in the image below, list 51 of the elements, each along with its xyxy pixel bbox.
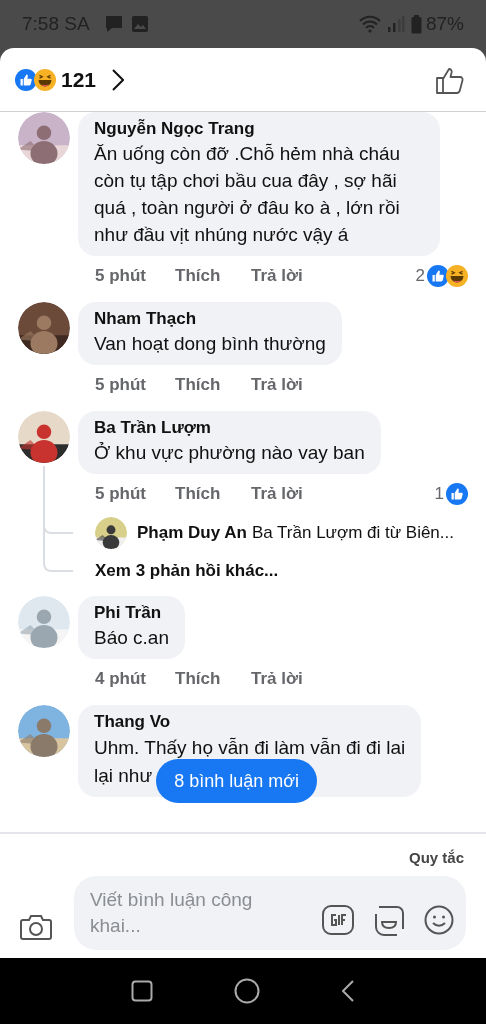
comment-text-line: Uhm. Thấy họ vẫn đi làm vẫn đi đi lai [94,735,406,760]
gif-icon[interactable] [322,905,354,935]
reply-author[interactable]: Phạm Duy An [137,520,247,546]
reply-link[interactable]: Trả lời [251,263,303,289]
reply-preview: Ba Trần Lượm đi từ Biên... [251,522,454,545]
signal-icon [386,15,405,33]
like-reaction-icon [446,483,468,505]
like-reaction-icon [427,265,449,287]
reaction-count: 1 [434,483,444,506]
emoji-icon[interactable] [424,905,454,935]
commenter-name[interactable]: Ba Trần Lượm [94,417,365,439]
reaction-count: 2 [415,265,425,288]
like-link[interactable]: Thích [175,481,251,507]
battery-icon [410,14,422,34]
commenter-name[interactable]: Phi Trần [94,602,169,624]
more-replies-link[interactable]: Xem 3 phản hồi khác... [95,558,279,584]
recent-apps-icon[interactable] [130,980,153,1002]
like-link[interactable]: Thích [175,372,251,398]
comment-time: 5 phút [95,265,147,288]
like-reaction-icon [15,68,37,91]
chevron-right-icon[interactable] [112,68,125,91]
comment-text: Báo c.an [94,626,169,650]
laughing-face-icon [446,265,468,287]
chat-app-icon [103,15,124,33]
sticker-icon[interactable] [374,904,404,936]
commenter-name[interactable]: Nguyễn Ngọc Trang [94,118,424,140]
reply-link[interactable]: Trả lời [251,666,303,692]
home-icon[interactable] [234,978,260,1004]
rules-link[interactable]: Quy tắc [408,844,464,872]
camera-icon[interactable] [20,913,52,941]
comment-time: 5 phút [95,483,147,506]
like-link[interactable]: Thích [175,666,251,692]
comment-time: 4 phút [95,668,147,691]
comment-text-line: lại như [94,763,153,788]
comment-text: Van hoạt dong bình thường [94,332,326,356]
wifi-icon [358,15,381,33]
comment-input[interactable]: Viết bình luận công khai... [74,876,466,950]
new-comments-button[interactable]: 8 bình luận mới [156,759,318,803]
reply-link[interactable]: Trả lời [251,481,303,507]
reply-link[interactable]: Trả lời [251,372,303,398]
commenter-name[interactable]: Nham Thạch [94,308,326,330]
image-icon [131,16,148,32]
commenter-name[interactable]: Thang Vo [94,711,406,733]
laughing-face-icon [34,68,56,91]
reaction-total[interactable]: 121 [61,63,97,96]
comment-text: Ăn uống còn đỡ .Chỗ hẻm nhà cháu còn tụ tập chơi bầu cua đây , sợ hãi quá , toàn người ở đâu ko à , lớn rồi như đầu vịt nhúng nước vậy á [94,142,402,247]
back-icon[interactable] [341,979,356,1003]
input-placeholder: Viết bình luận công khai... [90,888,254,938]
comment-time: 5 phút [95,374,147,397]
like-link[interactable]: Thích [175,263,251,289]
comment-text: Ở khu vực phường nào vay ban [94,441,365,465]
